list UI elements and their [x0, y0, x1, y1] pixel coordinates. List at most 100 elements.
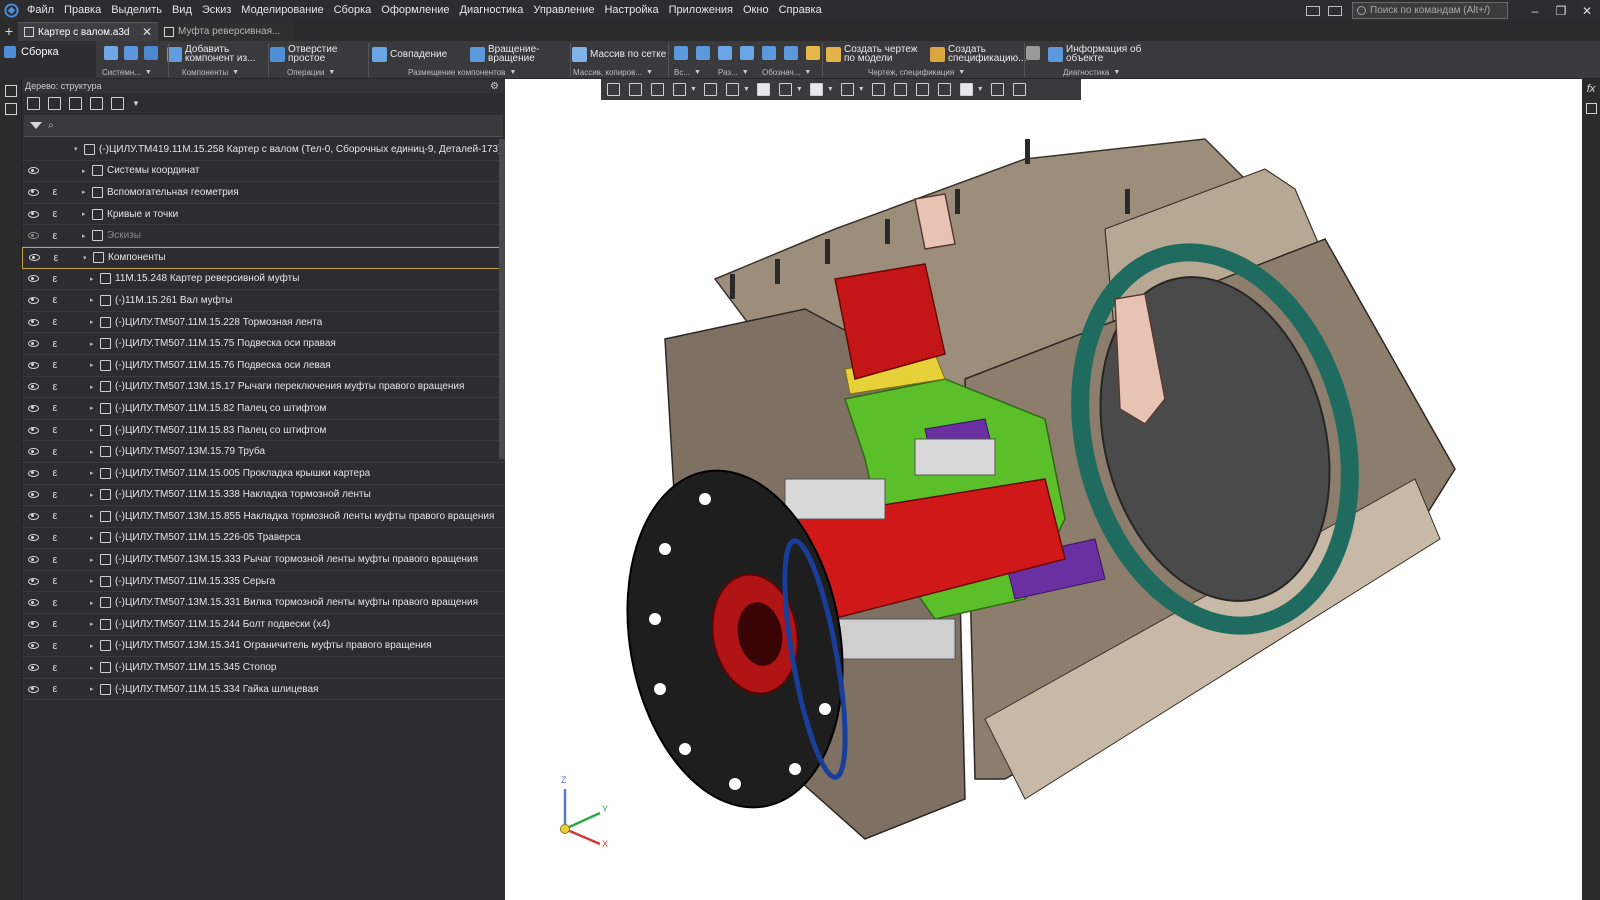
visibility-toggle[interactable] — [22, 512, 44, 520]
edit-toggle[interactable]: ε — [44, 618, 66, 630]
filter-icon[interactable] — [30, 122, 42, 129]
display-mode-dropdown-icon[interactable]: ▼ — [796, 86, 803, 93]
visibility-toggle[interactable] — [22, 620, 44, 628]
restore-button[interactable]: ❐ — [1548, 0, 1574, 21]
tree-row[interactable]: ε ▸ (-)ЦИЛУ.ТМ507.11М.15.226-05 Траверса — [22, 528, 505, 550]
assembly-model-render[interactable] — [505, 79, 1582, 900]
panel-layout-icon[interactable] — [1306, 5, 1320, 16]
chevron-right-icon[interactable]: ▸ — [90, 620, 100, 628]
chevron-right-icon[interactable]: ▸ — [82, 167, 92, 175]
roughness-icon[interactable] — [806, 46, 820, 60]
tree-row[interactable]: ε ▸ (-)ЦИЛУ.ТМ507.11М.15.244 Болт подвески… — [22, 614, 505, 636]
explode-icon[interactable] — [871, 83, 885, 96]
visibility-toggle[interactable] — [22, 469, 44, 477]
tree-row[interactable]: ε ▸ (-)ЦИЛУ.ТМ507.13М.15.341 Ограничитель … — [22, 636, 505, 658]
group-dimensions[interactable]: Раз... ▼ — [718, 67, 749, 78]
chevron-right-icon[interactable]: ▸ — [90, 275, 100, 283]
mirror-icon[interactable] — [674, 46, 688, 60]
tree-row[interactable]: ε ▸ (-)ЦИЛУ.ТМ507.11М.15.335 Серьга — [22, 571, 505, 593]
menu-view[interactable]: Вид — [167, 0, 197, 21]
section-view-icon[interactable] — [840, 83, 854, 96]
close-window-button[interactable]: ✕ — [1574, 0, 1600, 21]
menu-help[interactable]: Справка — [774, 0, 827, 21]
close-tab-icon[interactable]: ✕ — [142, 25, 152, 39]
chevron-right-icon[interactable]: ▸ — [90, 685, 100, 693]
chevron-right-icon[interactable]: ▸ — [90, 383, 100, 391]
tree-row[interactable]: ε ▸ (-)ЦИЛУ.ТМ507.13М.15.79 Труба — [22, 441, 505, 463]
menu-edit[interactable]: Правка — [59, 0, 106, 21]
tree-row[interactable]: ▸ Системы координат — [22, 161, 505, 183]
mode-selector[interactable]: Сборка — [0, 41, 96, 79]
tree-row[interactable]: ε ▸ (-)ЦИЛУ.ТМ507.13М.15.331 Вилка тормозн… — [22, 592, 505, 615]
document-panel-icon[interactable] — [4, 85, 17, 97]
menu-select[interactable]: Выделить — [106, 0, 167, 21]
visibility-toggle[interactable] — [22, 318, 44, 326]
new-tab-button[interactable]: + — [0, 21, 18, 41]
visibility-toggle[interactable] — [22, 232, 44, 240]
group-operations[interactable]: Операции ▼ — [287, 67, 335, 78]
tree-row[interactable]: ε ▸ (-)ЦИЛУ.ТМ507.11М.15.228 Тормозная лен… — [22, 312, 505, 334]
chevron-right-icon[interactable]: ▸ — [90, 448, 100, 456]
chevron-right-icon[interactable]: ▸ — [90, 642, 100, 650]
tree-row[interactable]: ▾ (-)ЦИЛУ.ТМ419.11М.15.258 Картер с валом… — [22, 139, 505, 161]
tree-row[interactable]: ε ▸ (-)11М.15.261 Вал муфты — [22, 290, 505, 312]
group-drawing-spec[interactable]: Чертеж, спецификация ▼ — [868, 67, 965, 78]
kompas-logo-icon[interactable] — [0, 0, 22, 21]
designation-icon[interactable] — [784, 46, 798, 60]
properties-icon[interactable] — [937, 83, 951, 96]
visibility-toggle[interactable] — [22, 599, 44, 607]
pan-icon[interactable] — [703, 83, 717, 96]
visibility-toggle[interactable] — [22, 383, 44, 391]
tree-row[interactable]: ε ▸ (-)ЦИЛУ.ТМ507.11М.15.338 Накладка торм… — [22, 485, 505, 507]
selection-filter-icon[interactable] — [959, 83, 973, 96]
tree-layout-icon[interactable] — [111, 96, 124, 110]
hide-icon[interactable] — [809, 83, 823, 96]
edit-toggle[interactable]: ε — [44, 510, 66, 522]
variables-fx-icon[interactable]: fx — [1582, 83, 1600, 95]
zoom-fit-icon[interactable] — [629, 83, 642, 96]
orientation-icon[interactable] — [725, 83, 739, 96]
edit-toggle[interactable]: ε — [44, 294, 66, 306]
tree-row[interactable]: ε ▸ 11М.15.248 Картер реверсивной муфты — [22, 269, 505, 291]
command-search-input[interactable]: Поиск по командам (Alt+/) — [1352, 2, 1508, 19]
edit-toggle[interactable]: ε — [44, 446, 66, 458]
tree-panel-icon[interactable] — [4, 103, 17, 115]
chevron-right-icon[interactable]: ▸ — [90, 512, 100, 520]
group-placement[interactable]: Размещение компонентов ▼ — [408, 67, 516, 78]
visibility-toggle[interactable] — [22, 340, 44, 348]
tree-row[interactable]: ε ▸ (-)ЦИЛУ.ТМ507.13М.15.855 Накладка торм… — [22, 506, 505, 528]
zoom-window-icon[interactable] — [651, 83, 664, 96]
visibility-toggle[interactable] — [22, 167, 44, 175]
save-component-icon[interactable] — [144, 46, 158, 60]
tree-row[interactable]: ε ▸ (-)ЦИЛУ.ТМ507.11М.15.83 Палец со штифт… — [22, 420, 505, 442]
menu-sketch[interactable]: Эскиз — [197, 0, 236, 21]
minimize-button[interactable]: – — [1522, 0, 1548, 21]
group-components[interactable]: Компоненты ▼ — [182, 67, 239, 78]
tree-row[interactable]: ε ▾ Компоненты — [22, 246, 505, 269]
edit-toggle[interactable]: ε — [44, 316, 66, 328]
filter-dropdown-icon[interactable]: ▼ — [977, 86, 984, 93]
menu-assembly[interactable]: Сборка — [329, 0, 377, 21]
chevron-right-icon[interactable]: ▸ — [82, 232, 92, 240]
tree-select-icon[interactable] — [90, 96, 103, 110]
edit-toggle[interactable]: ε — [44, 597, 66, 609]
menu-management[interactable]: Управление — [528, 0, 599, 21]
tab-active-document[interactable]: Картер с валом.a3d ✕ — [18, 22, 158, 41]
tree-row[interactable]: ε ▸ (-)ЦИЛУ.ТМ507.11М.15.334 Гайка шлицева… — [22, 679, 505, 701]
edit-toggle[interactable]: ε — [44, 338, 66, 350]
visibility-toggle[interactable] — [22, 210, 44, 218]
chevron-right-icon[interactable]: ▸ — [90, 599, 100, 607]
edit-toggle[interactable]: ε — [44, 273, 66, 285]
menu-settings[interactable]: Настройка — [599, 0, 663, 21]
pencil-icon[interactable] — [1012, 83, 1026, 96]
edit-toggle[interactable]: ε — [44, 186, 66, 198]
menu-modeling[interactable]: Моделирование — [236, 0, 328, 21]
tree-row[interactable]: ε ▸ (-)ЦИЛУ.ТМ507.11М.15.82 Палец со штифт… — [22, 398, 505, 420]
gear-icon[interactable]: ⚙ — [490, 81, 499, 92]
open-component-icon[interactable] — [124, 46, 138, 60]
chevron-right-icon[interactable]: ▸ — [82, 188, 92, 196]
visibility-toggle[interactable] — [22, 534, 44, 542]
chevron-right-icon[interactable]: ▸ — [90, 296, 100, 304]
chevron-right-icon[interactable]: ▸ — [90, 534, 100, 542]
distance-icon[interactable] — [718, 46, 732, 60]
